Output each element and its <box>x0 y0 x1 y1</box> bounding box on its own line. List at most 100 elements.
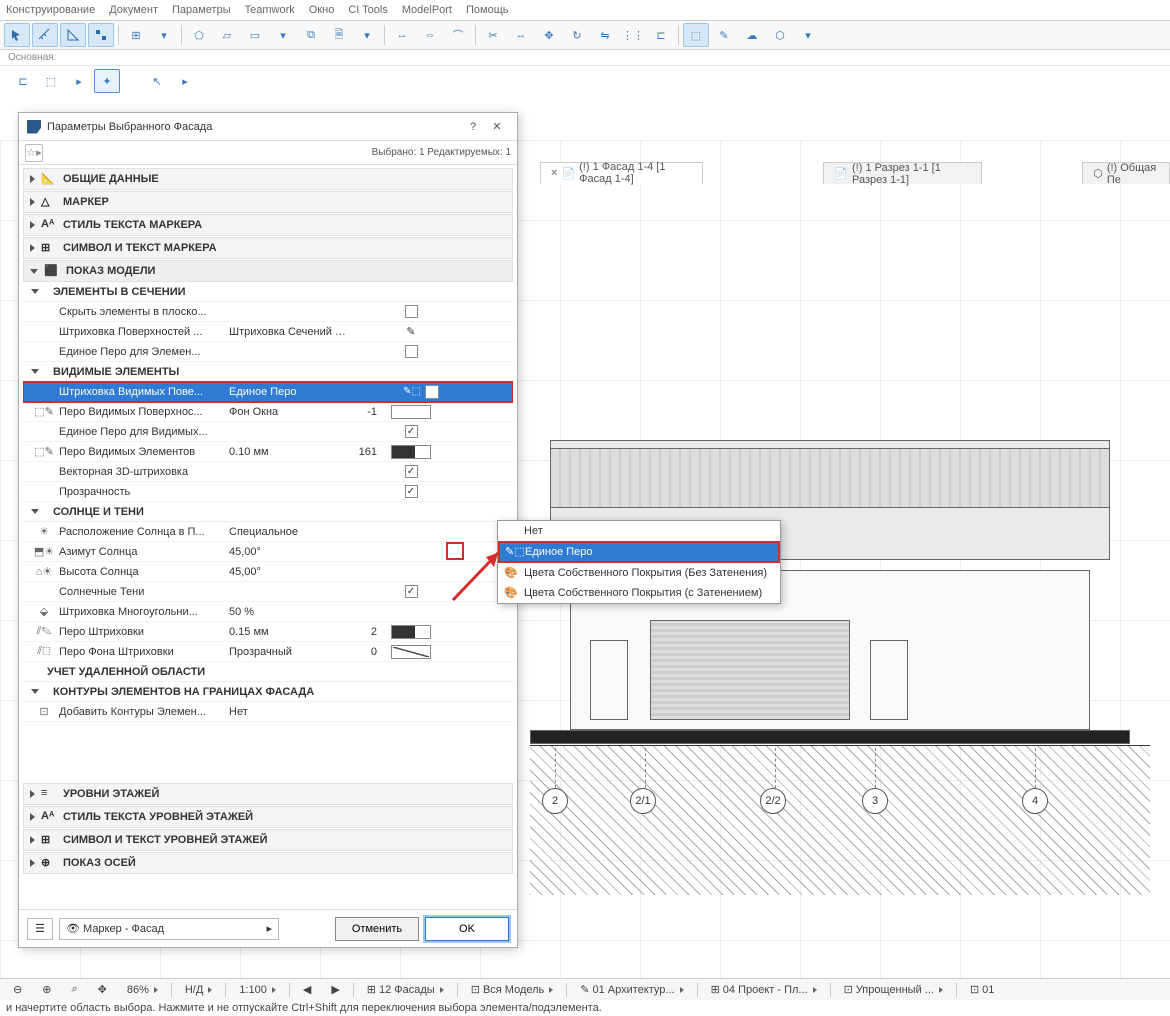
nav-next-icon[interactable]: ▶ <box>324 982 346 998</box>
tool-doc-icon[interactable]: 🗎 <box>326 23 352 47</box>
tool-dropdown-icon[interactable]: ▸ <box>172 69 198 93</box>
pen-swatch[interactable] <box>391 645 431 659</box>
tool-angle-icon[interactable] <box>60 23 86 47</box>
cancel-button[interactable]: Отменить <box>335 917 419 941</box>
row-transparency[interactable]: Прозрачность <box>23 482 513 502</box>
nav-prev-icon[interactable]: ◀ <box>296 982 318 998</box>
tool-pointer-icon[interactable]: ↖ <box>144 69 170 93</box>
pan-icon[interactable]: ✥ <box>91 982 114 998</box>
menu-item[interactable]: Конструирование <box>6 4 95 16</box>
tool-offset-icon[interactable]: ⊏ <box>10 69 36 93</box>
close-icon[interactable]: × <box>551 167 557 179</box>
layer-dropdown[interactable]: 👁 Маркер - Фасад▸ <box>59 918 279 940</box>
ok-button[interactable]: OK <box>425 917 509 941</box>
status-item[interactable]: ⊡ Упрощенный ... <box>837 982 950 998</box>
section-axis-display[interactable]: ⊕ПОКАЗ ОСЕЙ <box>23 852 513 874</box>
zoom-value[interactable]: 86% <box>120 982 165 998</box>
tool-rect-icon[interactable]: ▭ <box>242 23 268 47</box>
tool-arc-icon[interactable]: ⌒ <box>445 23 471 47</box>
checkbox[interactable] <box>405 345 418 358</box>
tool-dropdown-icon[interactable]: ▾ <box>795 23 821 47</box>
tool-dropdown-icon[interactable]: ▾ <box>354 23 380 47</box>
status-item[interactable]: ⊞ 12 Фасады <box>360 982 451 998</box>
favorite-button[interactable]: ☆▸ <box>25 144 43 162</box>
tool-copy-icon[interactable]: ⧉ <box>298 23 324 47</box>
subsection-visible-elements[interactable]: ВИДИМЫЕ ЭЛЕМЕНТЫ <box>23 362 513 382</box>
subsection-sun-shadows[interactable]: СОЛНЦЕ И ТЕНИ <box>23 502 513 522</box>
checkbox[interactable] <box>405 485 418 498</box>
tool-cursor-icon[interactable] <box>4 23 30 47</box>
section-story-text-style[interactable]: AᴬСТИЛЬ ТЕКСТА УРОВНЕЙ ЭТАЖЕЙ <box>23 806 513 828</box>
row-sun-shadows[interactable]: Солнечные Тени <box>23 582 513 602</box>
pen-swatch[interactable] <box>391 445 431 459</box>
tool-dropdown-icon[interactable]: ▾ <box>270 23 296 47</box>
tab-general[interactable]: ⬡(!) Общая Пе <box>1082 162 1170 184</box>
tool-dim-icon[interactable]: ↔ <box>389 23 415 47</box>
tool-cut-icon[interactable]: ✂ <box>480 23 506 47</box>
tab-section[interactable]: 📄(!) 1 Разрез 1-1 [1 Разрез 1-1] <box>823 162 982 184</box>
tool-grid-icon[interactable]: ⊞ <box>123 23 149 47</box>
tool-edit-icon[interactable]: ✎ <box>711 23 737 47</box>
tool-pentagon-icon[interactable]: ⬠ <box>186 23 212 47</box>
tab-facade[interactable]: ×📄(!) 1 Фасад 1-4 [1 Фасад 1-4] <box>540 162 703 184</box>
pen-swatch[interactable] <box>391 625 431 639</box>
menu-item[interactable]: Teamwork <box>245 4 295 16</box>
scale-indicator[interactable]: 1:100 <box>232 982 283 998</box>
tool-rotate-icon[interactable]: ↻ <box>564 23 590 47</box>
row-visible-surface-hatch[interactable]: Штриховка Видимых Пове... Единое Перо ✎⬚… <box>23 382 513 402</box>
status-item[interactable]: ⊡ Вся Модель <box>464 982 561 998</box>
tool-dropdown-icon[interactable]: ▸ <box>66 69 92 93</box>
tool-marquee-icon[interactable]: ⬚ <box>683 23 709 47</box>
tool-array-icon[interactable]: ⋮⋮ <box>620 23 646 47</box>
tool-mirror-icon[interactable]: ⇋ <box>592 23 618 47</box>
section-story-levels[interactable]: ≡УРОВНИ ЭТАЖЕЙ <box>23 783 513 805</box>
tool-parallel-icon[interactable]: ▱ <box>214 23 240 47</box>
menu-item[interactable]: CI Tools <box>348 4 388 16</box>
menu-item[interactable]: Документ <box>109 4 158 16</box>
section-marker-symbol[interactable]: ⊞СИМВОЛ И ТЕКСТ МАРКЕРА <box>23 237 513 259</box>
section-model-display[interactable]: ⬛ПОКАЗ МОДЕЛИ <box>23 260 513 282</box>
zoom-out-icon[interactable]: ⊖ <box>6 982 29 998</box>
checkbox[interactable] <box>405 465 418 478</box>
section-general[interactable]: 📐ОБЩИЕ ДАННЫЕ <box>23 168 513 190</box>
row-surface-hatch[interactable]: Штриховка Поверхностей ...Штриховка Сече… <box>23 322 513 342</box>
zoom-fit-icon[interactable]: ⌕ <box>64 982 84 998</box>
dialog-titlebar[interactable]: Параметры Выбранного Фасада ? ✕ <box>19 113 517 141</box>
menu-item[interactable]: ModelPort <box>402 4 452 16</box>
section-story-symbol[interactable]: ⊞СИМВОЛ И ТЕКСТ УРОВНЕЙ ЭТАЖЕЙ <box>23 829 513 851</box>
tool-move-icon[interactable]: ✥ <box>536 23 562 47</box>
popup-item-uniform-pen[interactable]: ✎⬚Единое Перо <box>499 542 779 562</box>
row-hatch-pen[interactable]: ⫽✎Перо Штриховки0.15 мм2 <box>23 622 513 642</box>
nd-indicator[interactable]: Н/Д <box>178 982 219 998</box>
status-item[interactable]: ✎ 01 Архитектур... <box>573 982 690 998</box>
row-add-contours[interactable]: ⊡Добавить Контуры Элемен...Нет <box>23 702 513 722</box>
row-sun-position[interactable]: ☀Расположение Солнца в П...Специальное <box>23 522 513 542</box>
pen-swatch[interactable] <box>391 405 431 419</box>
row-hide-elements[interactable]: Скрыть элементы в плоско... <box>23 302 513 322</box>
tool-measure-icon[interactable] <box>32 23 58 47</box>
section-marker-text-style[interactable]: AᴬСТИЛЬ ТЕКСТА МАРКЕРА <box>23 214 513 236</box>
tool-stretch-icon[interactable]: ↔ <box>508 23 534 47</box>
layer-icon[interactable]: ☰ <box>27 918 53 940</box>
row-uniform-pen-cut[interactable]: Единое Перо для Элемен... <box>23 342 513 362</box>
popup-item-own-colors-noshade[interactable]: 🎨Цвета Собственного Покрытия (Без Затене… <box>498 563 780 583</box>
dropdown-button[interactable]: ▸ <box>425 385 439 399</box>
row-visible-elements-pen[interactable]: ⬚✎Перо Видимых Элементов0.10 мм161 <box>23 442 513 462</box>
row-vector-3d[interactable]: Векторная 3D-штриховка <box>23 462 513 482</box>
subsection-cut-elements[interactable]: ЭЛЕМЕНТЫ В СЕЧЕНИИ <box>23 282 513 302</box>
menu-item[interactable]: Окно <box>309 4 335 16</box>
section-marker[interactable]: △МАРКЕР <box>23 191 513 213</box>
status-item[interactable]: ⊞ 04 Проект - Пл... <box>704 982 824 998</box>
tool-cloud-icon[interactable]: ☁ <box>739 23 765 47</box>
tool-snap-icon[interactable] <box>88 23 114 47</box>
popup-item-none[interactable]: Нет <box>498 521 780 541</box>
zoom-in-icon[interactable]: ⊕ <box>35 982 58 998</box>
tool-offset-icon[interactable]: ⊏ <box>648 23 674 47</box>
status-item[interactable]: ⊡ 01 <box>963 982 1001 998</box>
checkbox[interactable] <box>405 425 418 438</box>
checkbox[interactable] <box>405 305 418 318</box>
subsection-boundary-contours[interactable]: КОНТУРЫ ЭЛЕМЕНТОВ НА ГРАНИЦАХ ФАСАДА <box>23 682 513 702</box>
tool-3d-icon[interactable]: ⬡ <box>767 23 793 47</box>
help-button[interactable]: ? <box>461 117 485 137</box>
menu-item[interactable]: Помощь <box>466 4 509 16</box>
